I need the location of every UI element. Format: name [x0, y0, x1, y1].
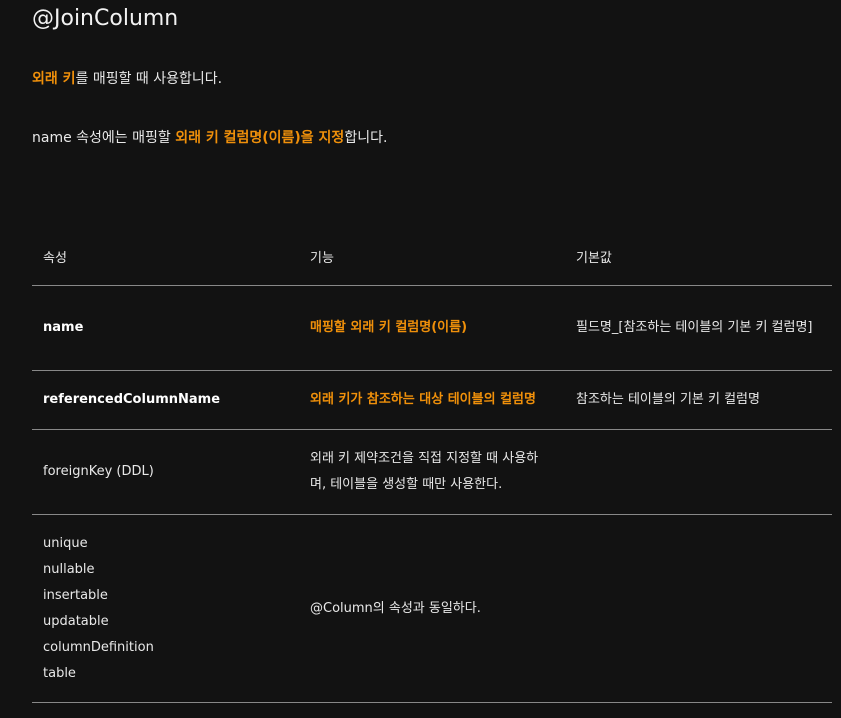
- header-func: 기능: [299, 232, 565, 286]
- attr-name: insertable: [43, 587, 108, 603]
- highlight: 외래 키 컬럼명(이름)을 지정: [175, 130, 345, 146]
- header-attr: 속성: [32, 232, 299, 286]
- attr-name: referencedColumnName: [43, 392, 221, 407]
- attr-name: columnDefinition: [43, 639, 154, 655]
- attr-name: foreignKey (DDL): [32, 429, 299, 515]
- highlight: 외래 키: [32, 71, 76, 87]
- table-row: unique nullable insertable updatable col…: [32, 514, 832, 703]
- text: 합니다.: [344, 130, 388, 146]
- table-row: referencedColumnName 외래 키가 참조하는 대상 테이블의 …: [32, 370, 832, 430]
- attr-list: unique nullable insertable updatable col…: [32, 514, 299, 703]
- default: [565, 429, 832, 515]
- page-title: @JoinColumn: [32, 6, 179, 31]
- table-header: 속성 기능 기본값: [32, 232, 832, 286]
- table-row: foreignKey (DDL) 외래 키 제약조건을 직접 지정할 때 사용하…: [32, 429, 832, 515]
- default: 필드명_[참조하는 테이블의 기본 키 컬럼명]: [565, 285, 832, 371]
- attr-name: updatable: [43, 613, 109, 629]
- text: name 속성에는 매핑할: [32, 130, 176, 146]
- attr-name: nullable: [43, 561, 95, 577]
- func: 외래 키가 참조하는 대상 테이블의 컬럼명: [299, 370, 565, 430]
- text: 를 매핑할 때 사용합니다.: [75, 71, 223, 87]
- table-row: name 매핑할 외래 키 컬럼명(이름) 필드명_[참조하는 테이블의 기본 …: [32, 285, 832, 371]
- default: [565, 514, 832, 703]
- func: @Column의 속성과 동일하다.: [299, 514, 565, 703]
- default: 참조하는 테이블의 기본 키 컬럼명: [565, 370, 832, 430]
- name-paragraph: name 속성에는 매핑할 외래 키 컬럼명(이름)을 지정합니다.: [32, 127, 387, 147]
- header-default: 기본값: [565, 232, 832, 286]
- func: 매핑할 외래 키 컬럼명(이름): [299, 285, 565, 371]
- intro-paragraph: 외래 키를 매핑할 때 사용합니다.: [32, 68, 222, 88]
- func: 외래 키 제약조건을 직접 지정할 때 사용하며, 테이블을 생성할 때만 사용…: [299, 429, 565, 515]
- attributes-table: 속성 기능 기본값 name 매핑할 외래 키 컬럼명(이름) 필드명_[참조하…: [32, 232, 832, 703]
- attr-name: name: [43, 320, 84, 335]
- attr-name: unique: [43, 535, 88, 551]
- attr-name: table: [43, 665, 76, 681]
